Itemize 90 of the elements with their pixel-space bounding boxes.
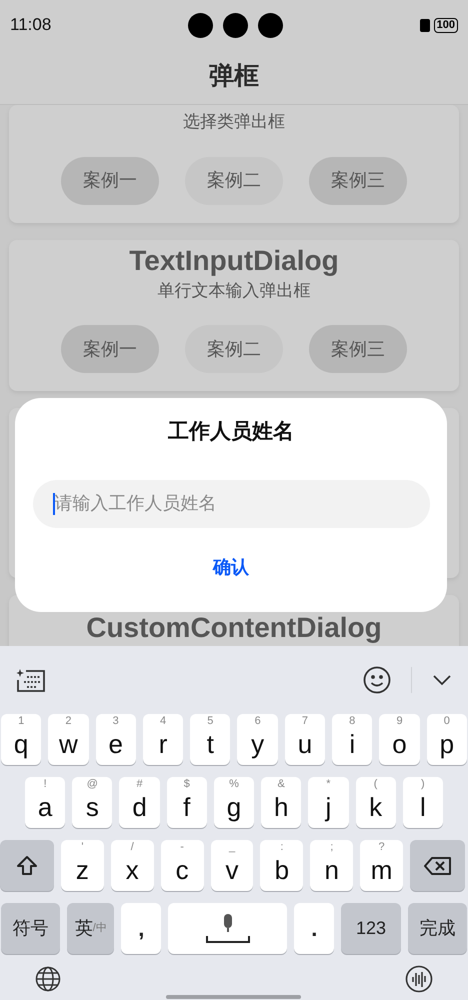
keyboard-icon (16, 667, 46, 693)
key-hint: / (130, 842, 134, 853)
card-subtitle: 单行文本输入弹出框 (158, 280, 310, 302)
key[interactable]: : b (260, 840, 304, 891)
collapse-icon (432, 674, 452, 686)
language-key[interactable]: 英/中 (67, 903, 114, 954)
emoji-icon (363, 666, 391, 694)
key-hint: _ (228, 842, 236, 853)
key-hint: ) (421, 779, 425, 790)
name-input-field[interactable]: 请输入工作人员姓名 (32, 480, 430, 528)
key-hint: ' (81, 842, 84, 853)
key-hint: % (229, 779, 239, 790)
key[interactable]: % g (214, 777, 254, 828)
confirm-button[interactable]: 确认 (197, 554, 265, 580)
key[interactable]: ! a (25, 777, 66, 828)
shift-key[interactable] (0, 840, 54, 891)
function-key[interactable]: 123 (341, 903, 401, 954)
shift-icon (15, 854, 39, 878)
key-sub-label: /中 (92, 921, 107, 936)
camera-icon (258, 12, 283, 38)
backspace-icon (424, 856, 452, 876)
voice-wave-icon (405, 965, 433, 993)
example-button[interactable]: 案例三 (309, 156, 407, 204)
key[interactable]: ? m (360, 840, 404, 891)
key[interactable]: ) l (402, 777, 443, 828)
key-hint: @ (86, 779, 98, 790)
key-hint: 5 (207, 716, 214, 727)
backspace-key[interactable] (410, 840, 466, 891)
key-hint: ( (374, 779, 378, 790)
example-button[interactable]: 案例一 (61, 156, 159, 204)
key[interactable]: , (121, 903, 162, 954)
key-hint: 2 (65, 716, 72, 727)
key[interactable]: 0 p (426, 714, 467, 765)
key-hint: 8 (349, 716, 356, 727)
key-hint: ! (44, 779, 47, 790)
key[interactable]: . (294, 903, 334, 954)
example-button[interactable]: 案例二 (185, 325, 283, 373)
key-hint: * (326, 779, 331, 790)
key[interactable]: 1 q (1, 714, 42, 765)
key[interactable]: 2 w (48, 714, 89, 765)
key[interactable]: _ v (210, 840, 254, 891)
space-key[interactable] (168, 903, 288, 954)
key[interactable]: ( k (356, 777, 396, 828)
key-hint: 0 (444, 716, 450, 727)
key-hint: 7 (302, 716, 308, 727)
key[interactable]: 9 o (379, 714, 420, 765)
battery-level: 100 (434, 18, 458, 32)
function-key[interactable]: 符号 (1, 903, 60, 954)
key[interactable]: 8 i (332, 714, 372, 765)
key-hint: & (278, 779, 285, 790)
key[interactable]: # d (119, 777, 160, 828)
key[interactable]: 6 y (237, 714, 278, 765)
example-button[interactable]: 案例二 (185, 156, 283, 204)
key[interactable]: * j (308, 777, 349, 828)
dialog-title: 工作人员姓名 (168, 419, 294, 445)
key-hint: ; (330, 842, 334, 853)
key[interactable]: @ s (72, 777, 112, 828)
card-subtitle: 选择类弹出框 (183, 111, 285, 133)
text-cursor (52, 492, 54, 514)
card-title: TextInputDialog (129, 244, 339, 278)
key[interactable]: ; n (310, 840, 354, 891)
key-hint: 6 (254, 716, 261, 727)
alert-icon (420, 18, 430, 32)
key-hint: ? (378, 842, 385, 853)
key[interactable]: 4 r (142, 714, 184, 765)
status-time: 11:08 (10, 14, 52, 36)
key[interactable]: 5 t (190, 714, 230, 765)
camera-icon (188, 12, 213, 38)
key[interactable]: - c (160, 840, 204, 891)
key-hint: 1 (18, 716, 24, 727)
page-title: 弹框 (209, 61, 259, 92)
key[interactable]: ' z (61, 840, 104, 891)
example-button[interactable]: 案例三 (309, 325, 407, 373)
key[interactable]: $ f (166, 777, 207, 828)
function-key[interactable]: 完成 (408, 903, 467, 954)
key-hint: # (136, 779, 143, 790)
key-hint: 4 (160, 716, 166, 727)
key[interactable]: / x (110, 840, 154, 891)
card-title: CustomContentDialog (86, 611, 382, 645)
key-hint: $ (184, 779, 190, 790)
key[interactable]: 7 u (284, 714, 326, 765)
key[interactable]: 3 e (96, 714, 136, 765)
key-hint: 9 (396, 716, 403, 727)
key-hint: : (280, 842, 284, 853)
key-hint: - (180, 842, 184, 853)
key[interactable]: & h (261, 777, 302, 828)
example-button[interactable]: 案例一 (61, 325, 159, 373)
camera-icon (222, 12, 248, 38)
key-hint: 3 (112, 716, 119, 727)
globe-icon (35, 966, 61, 992)
